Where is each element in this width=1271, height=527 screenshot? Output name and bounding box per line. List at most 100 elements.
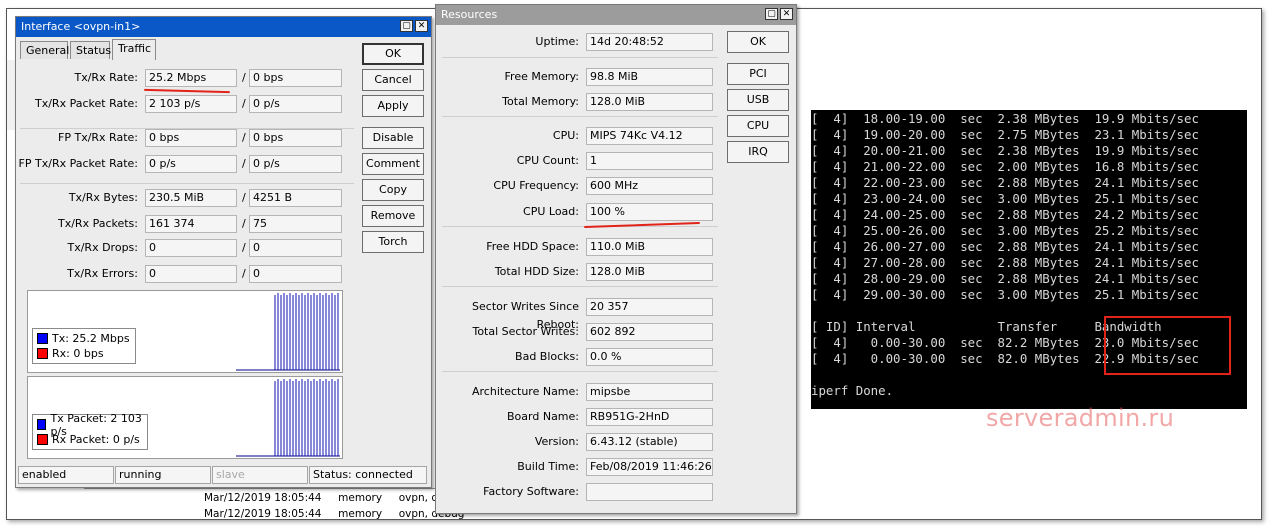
rx-field: 0 bps	[249, 69, 342, 87]
rx-field: 0	[249, 265, 342, 283]
resource-label: Architecture Name:	[472, 385, 579, 398]
log-time: Mar/12/2019 18:05:44	[204, 508, 322, 520]
interface-window: Interface <ovpn-in1> ▢ ✕ General Status …	[15, 16, 432, 488]
tab-general[interactable]: General	[20, 41, 69, 59]
traffic-row: Tx/Rx Drops: 0/0	[16, 239, 356, 257]
resource-row: Sector Writes Since Reboot: 20 357	[436, 298, 721, 331]
slash-separator: /	[242, 131, 246, 144]
terminal-line: [ 4] 24.00-25.00 sec 2.88 MBytes 24.2 Mb…	[811, 207, 1199, 222]
pci-button[interactable]: PCI	[727, 63, 789, 85]
tx-swatch	[37, 333, 48, 344]
field-label: FP Tx/Rx Packet Rate:	[18, 157, 138, 170]
cancel-button[interactable]: Cancel	[362, 69, 424, 91]
maximize-icon[interactable]: ▢	[400, 20, 413, 32]
resource-label: Total HDD Size:	[494, 265, 579, 278]
tx-swatch	[37, 419, 47, 430]
resources-window: Resources ▢ ✕ Uptime: 14d 20:48:52 Free Me…	[435, 4, 797, 514]
terminal-line: [ 4] 22.00-23.00 sec 2.88 MBytes 24.1 Mb…	[811, 175, 1199, 190]
resource-label: CPU Load:	[523, 205, 579, 218]
rx-field: 4251 B	[249, 189, 342, 207]
comment-button[interactable]: Comment	[362, 153, 424, 175]
resource-row: Uptime: 14d 20:48:52	[436, 33, 721, 51]
close-icon[interactable]: ✕	[780, 8, 793, 20]
separator	[442, 286, 718, 287]
resource-value: 14d 20:48:52	[586, 33, 713, 51]
resource-label: Version:	[534, 435, 579, 448]
resource-value	[586, 483, 713, 501]
field-label: Tx/Rx Bytes:	[68, 191, 138, 204]
legend-tx-packet: Tx Packet: 2 103 p/s	[37, 412, 143, 438]
usb-button[interactable]: USB	[727, 89, 789, 111]
resource-row: CPU Frequency: 600 MHz	[436, 177, 721, 195]
status-slave: slave	[212, 466, 308, 484]
rx-swatch	[37, 434, 48, 445]
resource-value: RB951G-2HnD	[586, 408, 713, 426]
tab-traffic[interactable]: Traffic	[112, 39, 156, 60]
window-title: Interface <ovpn-in1>	[21, 20, 141, 33]
traffic-row: Tx/Rx Bytes: 230.5 MiB /4251 B	[16, 189, 356, 207]
separator	[442, 371, 718, 372]
status-running: running	[115, 466, 211, 484]
resource-value: 128.0 MiB	[586, 263, 713, 281]
field-label: Tx/Rx Packet Rate:	[35, 97, 138, 110]
slash-separator: /	[242, 217, 246, 230]
copy-button[interactable]: Copy	[362, 179, 424, 201]
resource-value: 20 357	[586, 298, 713, 316]
resource-row: Factory Software:	[436, 483, 721, 501]
maximize-icon[interactable]: ▢	[765, 8, 778, 20]
tx-field: 0 p/s	[145, 155, 237, 173]
terminal-line: [ 4] 18.00-19.00 sec 2.38 MBytes 19.9 Mb…	[811, 111, 1199, 126]
traffic-row: Tx/Rx Rate: 25.2 Mbps /0 bps	[16, 69, 356, 87]
resource-row: Total Memory: 128.0 MiB	[436, 93, 721, 111]
bandwidth-highlight-box	[1104, 316, 1231, 375]
separator	[442, 57, 718, 58]
resource-value: Feb/08/2019 11:46:26	[586, 458, 713, 476]
resource-value: 0.0 %	[586, 348, 713, 366]
tx-field: 0	[145, 265, 237, 283]
ok-button[interactable]: OK	[362, 43, 424, 65]
terminal-line: [ 4] 20.00-21.00 sec 2.38 MBytes 19.9 Mb…	[811, 143, 1199, 158]
apply-button[interactable]: Apply	[362, 95, 424, 117]
watermark: serveradmin.ru	[986, 404, 1175, 432]
ok-button[interactable]: OK	[727, 31, 789, 53]
packet-graph-legend: Tx Packet: 2 103 p/s Rx Packet: 0 p/s	[32, 412, 148, 450]
traffic-row: FP Tx/Rx Rate: 0 bps/0 bps	[16, 129, 356, 147]
terminal-line: [ 4] 28.00-29.00 sec 2.88 MBytes 24.1 Mb…	[811, 271, 1199, 286]
resource-row: Total Sector Writes: 602 892	[436, 323, 721, 341]
rx-field: 75	[249, 215, 342, 233]
resource-row: Build Time: Feb/08/2019 11:46:26	[436, 458, 721, 476]
resource-label: CPU Frequency:	[493, 179, 579, 192]
separator	[442, 116, 718, 117]
rx-swatch	[37, 348, 48, 359]
field-label: FP Tx/Rx Rate:	[58, 131, 138, 144]
highlight-underline	[143, 88, 231, 94]
irq-button[interactable]: IRQ	[727, 141, 789, 163]
tx-field: 161 374	[145, 215, 237, 233]
tx-field: 2 103 p/s	[145, 95, 237, 113]
resource-label: Bad Blocks:	[515, 350, 579, 363]
tab-status[interactable]: Status	[70, 41, 111, 59]
torch-button[interactable]: Torch	[362, 231, 424, 253]
disable-button[interactable]: Disable	[362, 127, 424, 149]
rx-field: 0 bps	[249, 129, 342, 147]
status-enabled: enabled	[18, 466, 114, 484]
status-connected: Status: connected	[309, 466, 427, 484]
log-row: Mar/12/2019 18:05:44 memory ovpn, debu	[204, 492, 458, 504]
resource-label: Free HDD Space:	[486, 240, 579, 253]
packet-graph: Tx Packet: 2 103 p/s Rx Packet: 0 p/s	[27, 376, 343, 459]
slash-separator: /	[242, 191, 246, 204]
legend-rx-packet: Rx Packet: 0 p/s	[37, 432, 143, 447]
resource-label: Free Memory:	[504, 70, 579, 83]
close-icon[interactable]: ✕	[415, 20, 428, 32]
remove-button[interactable]: Remove	[362, 205, 424, 227]
traffic-row: FP Tx/Rx Packet Rate: 0 p/s/0 p/s	[16, 155, 356, 173]
resources-titlebar[interactable]: Resources ▢ ✕	[436, 5, 796, 25]
log-topic: memory	[338, 508, 383, 520]
separator	[20, 183, 354, 184]
tx-field: 25.2 Mbps	[145, 69, 237, 87]
terminal-line: [ 4] 26.00-27.00 sec 2.88 MBytes 24.1 Mb…	[811, 239, 1199, 254]
cpu-button[interactable]: CPU	[727, 115, 789, 137]
interface-titlebar[interactable]: Interface <ovpn-in1> ▢ ✕	[16, 17, 431, 37]
field-label: Tx/Rx Packets:	[57, 217, 138, 230]
rx-field: 0 p/s	[249, 155, 342, 173]
